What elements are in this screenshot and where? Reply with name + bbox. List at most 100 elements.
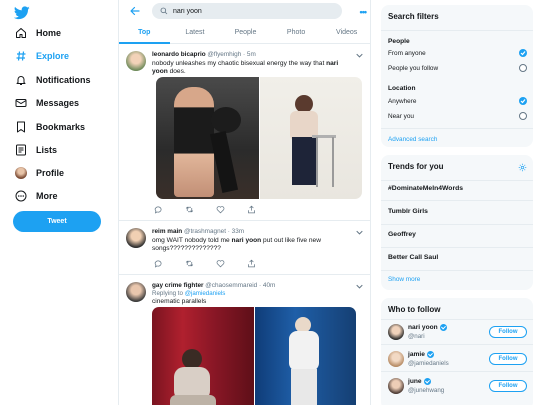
nav-explore[interactable]: Explore — [14, 47, 69, 65]
avatar[interactable] — [126, 228, 146, 248]
radio-unchecked-icon[interactable] — [519, 64, 527, 72]
tweet-image[interactable] — [259, 77, 362, 199]
trend-item[interactable]: Better Call Saul — [388, 254, 438, 261]
tweet[interactable]: gay crime fighter @chaosemmareid · 40m R… — [119, 275, 370, 405]
tweet-image[interactable] — [152, 307, 254, 405]
tab-videos[interactable]: Videos — [321, 24, 370, 43]
divider — [381, 344, 533, 345]
panel-title: Search filters — [388, 12, 439, 21]
share-icon[interactable] — [247, 259, 256, 268]
avatar[interactable] — [126, 51, 146, 71]
radio-checked-icon[interactable] — [519, 97, 527, 105]
retweet-icon[interactable] — [185, 205, 194, 214]
nav-more[interactable]: More — [14, 187, 58, 205]
trend-item[interactable]: Tumblr Girls — [388, 208, 428, 215]
trend-item[interactable]: Geoffrey — [388, 231, 416, 238]
nav-label: Explore — [36, 51, 70, 61]
divider — [381, 30, 533, 31]
reply-to-handle[interactable]: @jamiedaniels — [185, 290, 226, 297]
search-input[interactable] — [173, 7, 323, 15]
divider — [381, 128, 533, 129]
filter-option-label[interactable]: People you follow — [388, 65, 438, 72]
tweet-time[interactable]: · 40m — [259, 282, 275, 289]
home-icon — [14, 27, 27, 40]
verified-badge-icon — [439, 324, 447, 331]
nav-label: Profile — [36, 168, 65, 178]
filter-option-label[interactable]: Near you — [388, 113, 414, 120]
like-icon[interactable] — [216, 259, 225, 268]
search-icon — [160, 7, 168, 15]
verified-badge-icon — [423, 378, 431, 385]
gear-icon[interactable] — [518, 163, 527, 172]
tweet-author-name[interactable]: gay crime fighter — [152, 282, 204, 289]
avatar[interactable] — [388, 324, 404, 340]
list-icon — [14, 144, 27, 157]
avatar[interactable] — [388, 351, 404, 367]
tweet-author-handle: @chaosemmareid — [205, 282, 258, 289]
bell-icon — [14, 74, 27, 87]
reply-icon[interactable] — [154, 205, 163, 214]
tweet-time[interactable]: · 33m — [228, 228, 244, 235]
retweet-icon[interactable] — [185, 259, 194, 268]
reply-icon[interactable] — [154, 259, 163, 268]
chevron-down-icon[interactable] — [356, 230, 363, 235]
tweet-author-name[interactable]: reim main — [152, 228, 182, 235]
nav-bookmarks[interactable]: Bookmarks — [14, 118, 85, 136]
tweet-actions — [152, 259, 292, 269]
show-more-link[interactable]: Show more — [388, 276, 420, 283]
tweet-author-name[interactable]: leonardo bicaprio — [152, 51, 206, 58]
tweet-image[interactable] — [254, 307, 356, 405]
tweet-media[interactable] — [156, 77, 362, 199]
search-tabs: Top Latest People Photo Videos — [119, 24, 370, 44]
follow-account-name[interactable]: jamie — [408, 351, 434, 358]
trends-panel: Trends for you #DominateMeIn4Words Tumbl… — [381, 155, 533, 290]
follow-account-name[interactable]: june — [408, 378, 431, 385]
filter-option-label[interactable]: Anywhere — [388, 98, 416, 105]
tab-people[interactable]: People — [220, 24, 271, 43]
follow-button[interactable]: Follow — [489, 326, 527, 338]
share-icon[interactable] — [247, 205, 256, 214]
filter-option-label[interactable]: From anyone — [388, 50, 426, 57]
tweet[interactable]: leonardo bicaprio @flyemhigh · 5m nobody… — [119, 44, 370, 221]
tweet-button[interactable]: Tweet — [13, 211, 101, 232]
tweet-header: leonardo bicaprio @flyemhigh · 5m — [152, 51, 256, 58]
back-arrow-icon[interactable] — [129, 5, 141, 17]
search-header: ••• — [119, 0, 370, 22]
nav-lists[interactable]: Lists — [14, 141, 57, 159]
follow-account-name[interactable]: nari yoon — [408, 324, 447, 331]
hashtag-icon — [14, 50, 27, 63]
divider — [381, 371, 533, 372]
chevron-down-icon[interactable] — [356, 53, 363, 58]
tweet-actions — [152, 205, 292, 215]
nav-messages[interactable]: Messages — [14, 94, 79, 112]
twitter-bird-icon[interactable] — [14, 6, 30, 20]
follow-button[interactable]: Follow — [489, 353, 527, 365]
more-options-icon[interactable]: ••• — [360, 7, 368, 17]
like-icon[interactable] — [216, 205, 225, 214]
panel-title: Trends for you — [388, 162, 444, 171]
avatar — [14, 167, 27, 180]
avatar[interactable] — [388, 378, 404, 394]
radio-checked-icon[interactable] — [519, 49, 527, 57]
nav-label: Bookmarks — [36, 122, 86, 132]
tweet-media[interactable] — [152, 307, 356, 405]
nav-home[interactable]: Home — [14, 24, 61, 42]
search-box[interactable] — [152, 3, 342, 19]
nav-notifications[interactable]: Notifications — [14, 71, 91, 89]
avatar[interactable] — [126, 282, 146, 302]
tab-photo[interactable]: Photo — [271, 24, 322, 43]
tweet-time[interactable]: · 5m — [243, 51, 256, 58]
nav-profile[interactable]: Profile — [14, 164, 64, 182]
chevron-down-icon[interactable] — [356, 284, 363, 289]
tab-top[interactable]: Top — [119, 24, 170, 44]
follow-button[interactable]: Follow — [489, 380, 527, 392]
tweet[interactable]: reim main @trashmagnet · 33m omg WAIT no… — [119, 221, 370, 275]
trend-item[interactable]: #DominateMeIn4Words — [388, 185, 463, 192]
envelope-icon — [14, 97, 27, 110]
divider — [381, 319, 533, 320]
divider — [381, 224, 533, 225]
tab-latest[interactable]: Latest — [170, 24, 221, 43]
radio-unchecked-icon[interactable] — [519, 112, 527, 120]
tweet-image[interactable] — [156, 77, 259, 199]
advanced-search-link[interactable]: Advanced search — [388, 136, 437, 143]
